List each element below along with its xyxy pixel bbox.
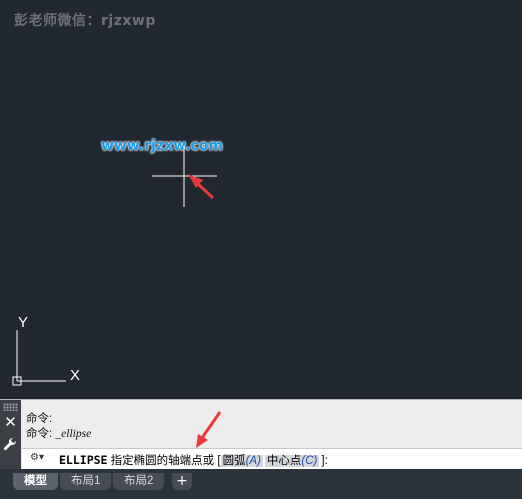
command-window-sidebar: ✕ bbox=[0, 400, 21, 470]
drawing-canvas[interactable]: 彭老师微信：rjzxwp www.rjzxw.com Y X bbox=[0, 0, 522, 399]
wrench-icon[interactable] bbox=[2, 436, 19, 453]
tab-layout2[interactable]: 布局2 bbox=[113, 473, 165, 490]
command-window: ✕ 命令: 命令: _ellipse ⚙▾ ELLIPSE 指定椭圆的轴端点或 … bbox=[0, 399, 522, 470]
crosshair-cursor bbox=[152, 146, 217, 207]
option-center[interactable]: 中心点(C) bbox=[264, 455, 320, 467]
history-line-2: 命令: _ellipse bbox=[26, 428, 92, 440]
history-line-1: 命令: bbox=[26, 413, 53, 425]
ucs-y-label: Y bbox=[18, 314, 28, 331]
tab-model[interactable]: 模型 bbox=[13, 473, 58, 490]
option-arc[interactable]: 圆弧(A) bbox=[220, 455, 263, 467]
tab-layout1[interactable]: 布局1 bbox=[60, 473, 112, 490]
add-layout-tab-button[interactable]: + bbox=[172, 473, 192, 490]
close-icon[interactable]: ✕ bbox=[2, 414, 19, 431]
command-line-input[interactable]: ⚙▾ ELLIPSE 指定椭圆的轴端点或 [圆弧(A) 中心点(C)]: bbox=[22, 448, 522, 470]
command-options-icon[interactable]: ⚙▾ bbox=[30, 452, 60, 466]
layout-tab-bar: 模型 布局1 布局2 + bbox=[0, 469, 522, 499]
ucs-icon: Y X bbox=[12, 314, 80, 386]
prompt-text: 指定椭圆的轴端点或 [ bbox=[107, 455, 221, 467]
command-prompt: ELLIPSE 指定椭圆的轴端点或 [圆弧(A) 中心点(C)]: bbox=[59, 452, 328, 468]
canvas-overlay: Y X bbox=[12, 146, 217, 386]
command-name: ELLIPSE bbox=[59, 453, 108, 467]
drag-grip-icon[interactable] bbox=[3, 403, 18, 411]
red-arrow-icon bbox=[188, 174, 215, 200]
command-history: 命令: 命令: _ellipse bbox=[26, 412, 91, 442]
prompt-end: ]: bbox=[321, 455, 328, 467]
red-arrow-icon-command bbox=[196, 411, 222, 448]
ucs-x-label: X bbox=[70, 367, 80, 384]
